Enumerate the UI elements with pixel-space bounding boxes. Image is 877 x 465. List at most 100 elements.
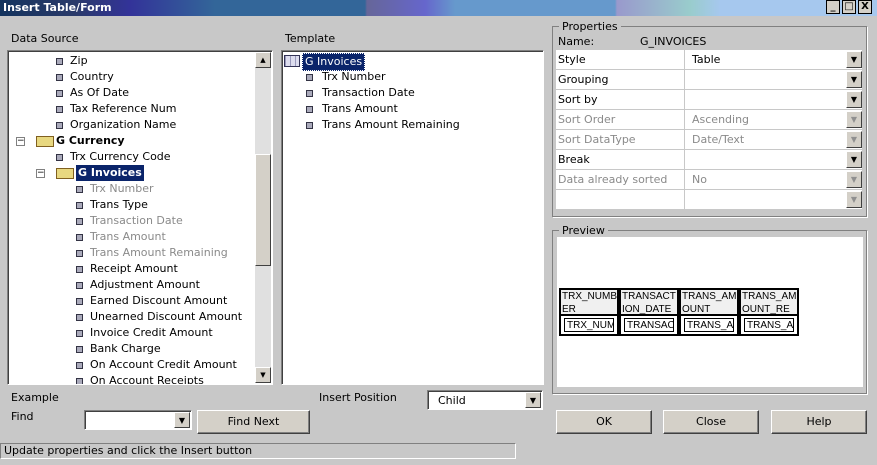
find-next-button[interactable]: Find Next [197,410,310,434]
field-icon [76,346,83,353]
property-key: Sort DataType [558,133,636,146]
chevron-down-icon[interactable]: ▼ [525,392,541,408]
field-icon [56,90,63,97]
property-row[interactable]: Grouping ▼ [556,70,862,90]
chevron-down-icon[interactable]: ▼ [846,51,862,68]
divider [684,170,685,190]
tree-item-label: Earned Discount Amount [90,294,228,307]
property-row[interactable]: ▼ [556,190,862,210]
preview-data-cell: TRANS_A [739,314,799,336]
preview-legend: Preview [562,224,605,237]
template-item-label: Trans Amount [322,102,398,115]
property-key: Break [558,153,590,166]
divider [684,150,685,170]
chevron-down-icon[interactable]: ▼ [846,131,862,148]
property-row[interactable]: Style Table ▼ [556,50,862,70]
chevron-down-icon[interactable]: ▼ [846,151,862,168]
table-icon [284,55,300,67]
name-value: G_INVOICES [640,35,707,48]
preview-header-cell: TRANS_AMOUNT_REMAINING [739,288,799,316]
field-icon [306,122,313,129]
preview-data-cell: TRANS_A [679,314,739,336]
property-key: Style [558,53,586,66]
tree-item-label: Trans Amount [90,230,166,243]
field-icon [76,330,83,337]
template-tree[interactable]: G Invoices Trx Number Transaction Date Tra… [281,50,544,385]
property-key: Sort by [558,93,598,106]
preview-data-cell: TRX_NUM [559,314,619,336]
tree-item-label: G Currency [56,134,125,147]
data-source-scrollbar[interactable]: ▲ ▼ [255,52,271,383]
property-value: Table [692,53,721,66]
field-icon [56,58,63,65]
chevron-down-icon[interactable]: ▼ [174,412,190,428]
collapse-icon[interactable]: − [36,169,45,178]
property-value: Date/Text [692,133,745,146]
window-title: Insert Table/Form [3,1,112,14]
status-bar: Update properties and click the Insert b… [0,443,516,459]
property-row[interactable]: Data already sorted No ▼ [556,170,862,190]
chevron-down-icon[interactable]: ▼ [846,111,862,128]
title-bar [0,0,877,16]
folder-open-icon [56,168,74,179]
preview-canvas: TRX_NUMBER TRX_NUM TRANSACTION_DATE TRANSAC… [557,237,863,387]
chevron-down-icon[interactable]: ▼ [846,171,862,188]
divider [684,70,685,90]
tree-item-label: Trx Currency Code [70,150,171,163]
find-label: Find [11,410,34,423]
help-button[interactable]: Help [771,410,867,434]
property-key: Data already sorted [558,173,668,186]
scroll-thumb[interactable] [255,154,271,266]
example-label: Example [11,391,59,404]
data-source-tree[interactable]: Zip Country As Of Date Tax Reference Num Org… [7,50,273,385]
property-row[interactable]: Sort Order Ascending ▼ [556,110,862,130]
field-icon [76,186,83,193]
insert-position-select[interactable]: Child ▼ [427,390,543,410]
insert-position-label: Insert Position [319,391,397,404]
folder-open-icon [36,136,54,147]
close-window-button[interactable]: X [858,0,872,14]
minimize-button[interactable]: _ [826,0,840,14]
tree-item-label: Tax Reference Num [70,102,177,115]
find-combobox[interactable]: ▼ [84,410,192,430]
field-icon [306,90,313,97]
field-icon [76,314,83,321]
ok-button[interactable]: OK [556,410,652,434]
tree-item-label: On Account Credit Amount [90,358,237,371]
scroll-down-icon[interactable]: ▼ [255,367,271,383]
tree-item-label: On Account Receipts [90,374,204,385]
tree-item-label: Unearned Discount Amount [90,310,243,323]
tree-item-label: Country [70,70,114,83]
chevron-down-icon[interactable]: ▼ [846,71,862,88]
preview-field: TRX_NUM [564,318,614,332]
property-row[interactable]: Sort DataType Date/Text ▼ [556,130,862,150]
close-button[interactable]: Close [663,410,759,434]
field-icon [76,250,83,257]
property-row[interactable]: Sort by ▼ [556,90,862,110]
tree-item-label: Zip [70,54,88,67]
property-row[interactable]: Break ▼ [556,150,862,170]
scroll-up-icon[interactable]: ▲ [255,52,271,68]
collapse-icon[interactable]: − [16,137,25,146]
property-value: Ascending [692,113,750,126]
preview-header-cell: TRANSACTION_DATE [619,288,679,316]
tree-item-label: Trx Number [90,182,154,195]
field-icon [76,234,83,241]
tree-item-label: Receipt Amount [90,262,178,275]
field-icon [56,106,63,113]
chevron-down-icon[interactable]: ▼ [846,91,862,108]
field-icon [76,362,83,369]
insert-position-value: Child [438,394,466,407]
template-label: Template [285,32,336,45]
preview-header-cell: TRANS_AMOUNT [679,288,739,316]
field-icon [306,106,313,113]
maximize-button[interactable]: □ [842,0,856,14]
field-icon [56,74,63,81]
divider [684,90,685,110]
tree-item-label: Transaction Date [90,214,183,227]
chevron-down-icon[interactable]: ▼ [846,191,862,208]
divider [684,50,685,70]
field-icon [76,378,83,384]
tree-item-label: Invoice Credit Amount [90,326,213,339]
field-icon [306,74,313,81]
